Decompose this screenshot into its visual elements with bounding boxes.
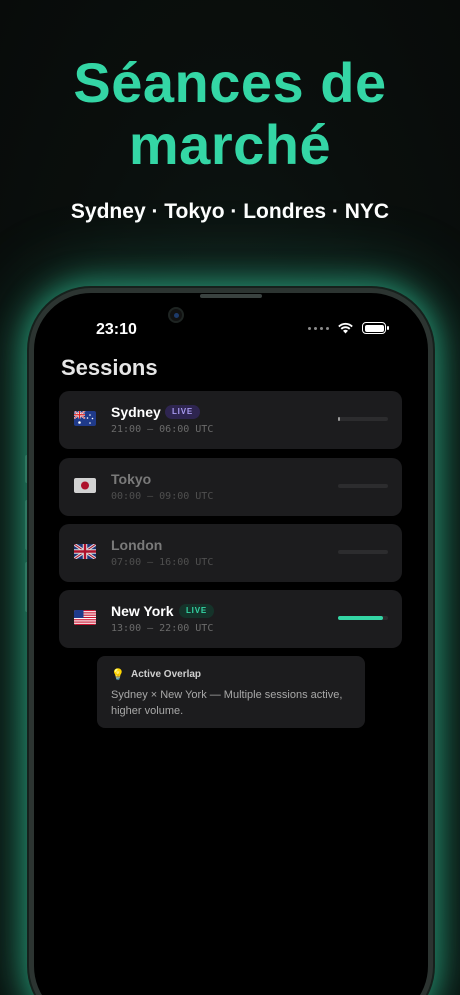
- session-progress-track: [338, 616, 388, 620]
- hero-headline-line1: Séances de: [73, 51, 387, 114]
- battery-icon: [362, 322, 389, 334]
- lightbulb-icon: 💡: [111, 668, 125, 681]
- session-city: London: [111, 537, 163, 553]
- session-progress-fill: [338, 417, 340, 421]
- session-progress-track: [338, 484, 388, 488]
- status-icons: [308, 322, 389, 334]
- hero-headline-line2: marché: [128, 113, 332, 176]
- session-progress-track: [338, 550, 388, 554]
- status-time: 23:10: [96, 321, 137, 338]
- overlap-body: Sydney × New York — Multiple sessions ac…: [111, 689, 343, 717]
- session-hours: 21:00 — 06:00 UTC: [111, 424, 214, 435]
- phone-speaker: [200, 294, 262, 298]
- session-card-new-york[interactable]: New York LIVE 13:00 — 22:00 UTC: [59, 590, 402, 648]
- session-hours: 07:00 — 16:00 UTC: [111, 557, 214, 568]
- hero-subtitle: Sydney · Tokyo · Londres · NYC: [70, 200, 390, 223]
- live-badge: LIVE: [179, 604, 214, 618]
- live-badge: LIVE: [165, 405, 200, 419]
- australia-flag-icon: [74, 411, 96, 426]
- session-progress-fill: [338, 616, 383, 620]
- session-card-tokyo[interactable]: Tokyo 00:00 — 09:00 UTC: [59, 458, 402, 516]
- overlap-title: Active Overlap: [131, 669, 202, 680]
- session-card-sydney[interactable]: Sydney LIVE 21:00 — 06:00 UTC: [59, 391, 402, 449]
- camera-icon: [168, 307, 184, 323]
- session-city: Tokyo: [111, 471, 152, 487]
- session-card-london[interactable]: London 07:00 — 16:00 UTC: [59, 524, 402, 582]
- wifi-icon: [338, 322, 353, 334]
- hero-headline: Séances de marché: [0, 52, 460, 176]
- signal-dots-icon: [308, 326, 329, 330]
- japan-flag-icon: [74, 478, 96, 493]
- session-progress-track: [338, 417, 388, 421]
- overlap-notice: 💡 Active Overlap Sydney × New York — Mul…: [97, 656, 365, 728]
- session-city: Sydney: [111, 404, 161, 420]
- session-hours: 00:00 — 09:00 UTC: [111, 491, 214, 502]
- usa-flag-icon: [74, 610, 96, 625]
- session-city: New York: [111, 603, 174, 619]
- uk-flag-icon: [74, 544, 96, 559]
- page-title: Sessions: [61, 355, 158, 380]
- session-hours: 13:00 — 22:00 UTC: [111, 623, 214, 634]
